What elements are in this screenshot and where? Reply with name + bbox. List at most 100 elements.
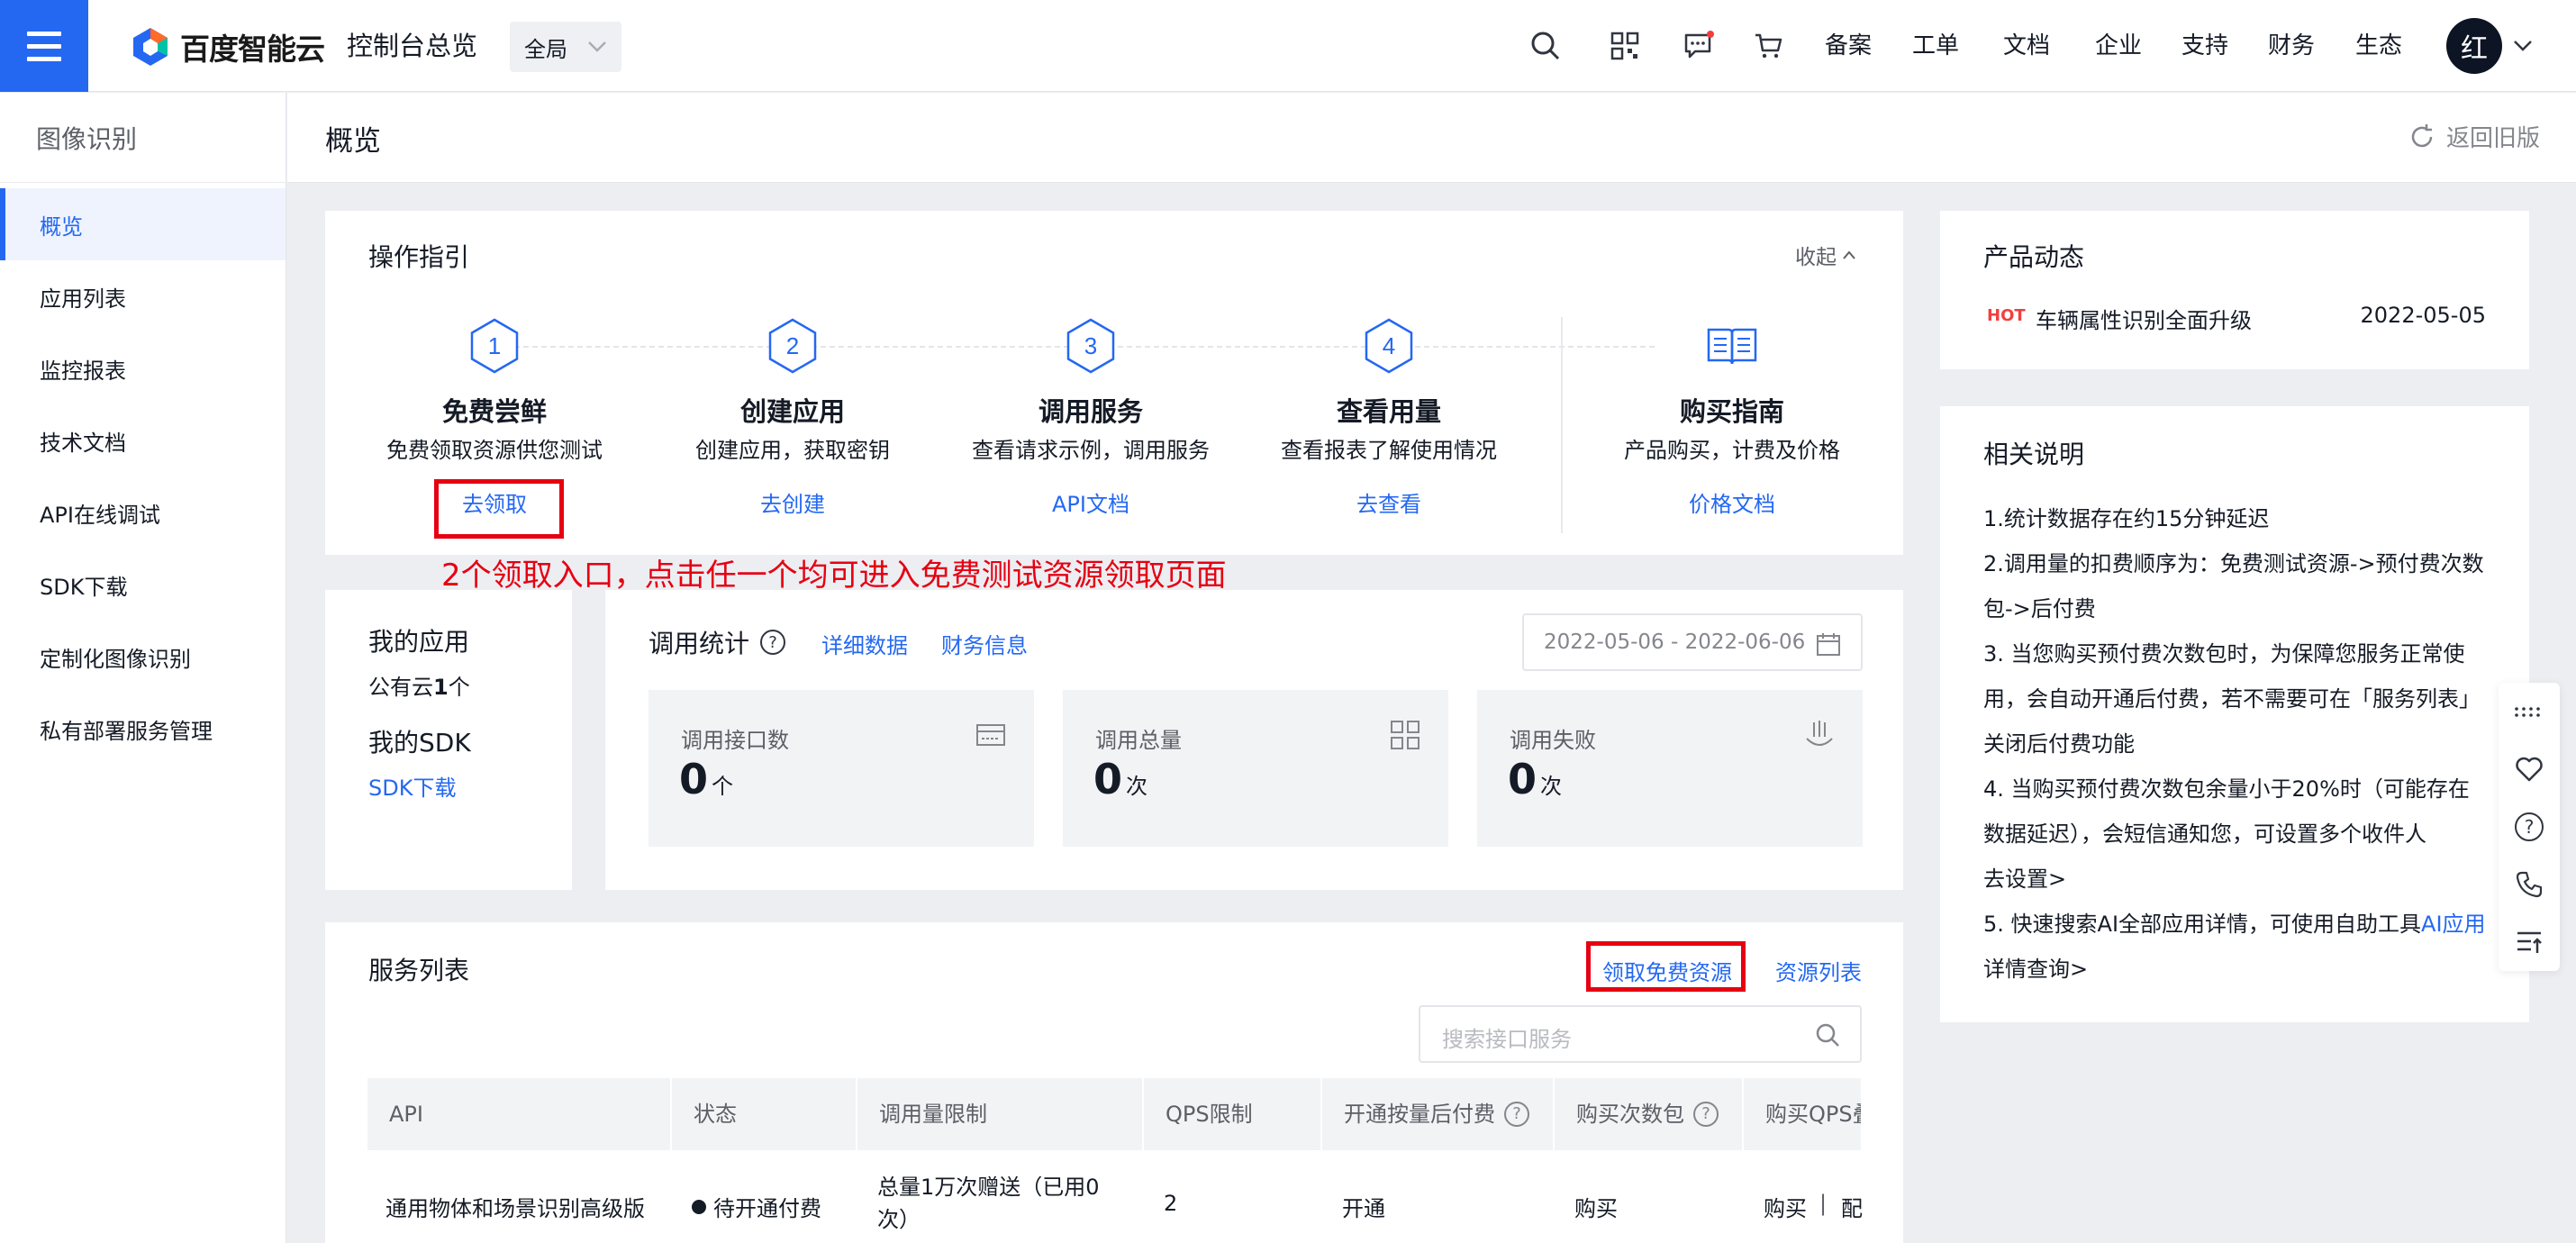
news-title: 产品动态 [1983,242,2085,272]
cart-icon[interactable] [1751,27,1787,65]
nav-beian[interactable]: 备案 [1825,27,1872,65]
note-line: 2.调用量的扣费顺序为：免费测试资源->预付费次数 [1983,551,2484,576]
status-badge: 待开通付费 [692,1191,821,1222]
menu-button[interactable] [0,0,88,92]
sdk-download-link[interactable]: SDK下载 [368,770,456,802]
step-desc: 创建应用，获取密钥 [695,438,890,463]
avatar[interactable]: 红 [2446,18,2502,74]
qrcode-icon[interactable] [1607,27,1643,65]
resource-list-link[interactable]: 资源列表 [1775,955,1862,986]
step-name: 调用服务 [1038,396,1143,427]
step-name: 查看用量 [1336,396,1441,427]
help-icon[interactable]: ? [1504,1102,1529,1127]
price-docs-link[interactable]: 价格文档 [1689,488,1775,521]
step-buy-guide: 购买指南 产品购买，计费及价格 价格文档 [1597,317,1867,521]
console-title[interactable]: 控制台总览 [347,27,477,65]
config-qps-link[interactable]: 配 [1841,1191,1863,1222]
service-table-header: API 状态 调用量限制 QPS限制 开通按量后付费? 购买次数包? 购买QPS… [367,1078,1861,1150]
create-app-link[interactable]: 去创建 [760,488,825,521]
go-settings-link[interactable]: 去设置> [1983,857,2506,902]
nav-finance[interactable]: 财务 [2268,27,2315,65]
region-select[interactable]: 全局 [510,22,621,72]
chevron-up-icon [1843,250,1855,259]
open-postpay-link[interactable]: 开通 [1342,1191,1385,1222]
detail-query-link[interactable]: 详情查询> [1983,947,2506,992]
nav-ticket[interactable]: 工单 [1912,27,1959,65]
warning-icon [1806,721,1833,746]
my-apps-card: 我的应用 公有云1个 我的SDK SDK下载 [325,590,572,890]
divider [1561,317,1563,533]
sidebar-item-overview[interactable]: 概览 [0,188,286,260]
sidebar-item-api-debug[interactable]: API在线调试 [0,476,286,549]
col-api: API [367,1078,672,1150]
news-date: 2022-05-05 [2360,303,2486,328]
search-icon[interactable] [1528,27,1564,65]
stat-value: 0次 [1508,755,1563,803]
buy-package-link[interactable]: 购买 [1574,1191,1618,1222]
list-icon[interactable] [2499,913,2560,971]
stat-label: 调用总量 [1095,728,1182,753]
nav-support[interactable]: 支持 [2181,27,2228,65]
nav-ecosystem[interactable]: 生态 [2355,27,2402,65]
sidebar-item-private-deploy[interactable]: 私有部署服务管理 [0,693,286,765]
svg-text:2: 2 [786,332,799,359]
search-icon [1816,1023,1839,1047]
sidebar-item-tech-docs[interactable]: 技术文档 [0,404,286,476]
book-icon [1707,328,1757,365]
help-icon[interactable]: ? [2499,798,2560,856]
heart-icon[interactable] [2499,740,2560,798]
calendar-icon [1817,633,1840,656]
my-sdk-title: 我的SDK [368,728,471,758]
chevron-down-icon [588,41,606,52]
card-icon [976,724,1005,746]
col-buy-qps: 购买QPS叠 [1765,1102,1861,1127]
note-line: 数据延迟），会短信通知您，可设置多个收件人 [1983,821,2426,847]
sidebar-item-app-list[interactable]: 应用列表 [0,260,286,332]
stat-value: 0次 [1093,755,1148,803]
api-name: 通用物体和场景识别高级版 [385,1196,645,1221]
collapse-button[interactable]: 收起 [1795,240,1856,270]
svg-text:1: 1 [488,332,501,359]
col-pay-as-you-go: 开通按量后付费? [1322,1078,1555,1150]
chevron-down-icon[interactable] [2513,40,2533,52]
message-icon[interactable] [1681,27,1717,65]
status-dot [692,1199,706,1214]
sidebar-item-monitor[interactable]: 监控报表 [0,332,286,404]
nav-enterprise[interactable]: 企业 [2095,27,2142,65]
highlight-box [434,479,564,539]
services-title: 服务列表 [368,956,470,985]
logo[interactable]: 百度智能云 [132,25,325,68]
date-range-value: 2022-05-06 - 2022-06-06 [1544,631,1806,654]
finance-info-link[interactable]: 财务信息 [941,628,1028,659]
back-old-version-button[interactable]: 返回旧版 [2408,120,2540,153]
api-docs-link[interactable]: API文档 [1052,488,1129,521]
buy-qps-link[interactable]: 购买 [1764,1191,1807,1222]
public-cloud-count: 公有云1个 [368,675,470,700]
sidebar-item-custom-recognition[interactable]: 定制化图像识别 [0,621,286,693]
view-usage-link[interactable]: 去查看 [1356,488,1421,521]
note-line: 5. 快速搜索AI全部应用详情，可使用自助工具AI应用 [1983,912,2486,937]
sidebar-item-sdk-download[interactable]: SDK下载 [0,549,286,621]
call-limit: 总量1万次赠送（已用0 次） [877,1175,1100,1232]
logo-icon [133,28,168,66]
stat-label: 调用失败 [1510,728,1596,753]
search-service-input[interactable]: 搜索接口服务 [1419,1005,1862,1063]
help-icon[interactable]: ? [1693,1102,1719,1127]
news-item[interactable]: 车辆属性识别全面升级 [2036,303,2252,334]
step-desc: 免费领取资源供您测试 [386,438,603,463]
stat-label: 调用接口数 [681,728,789,753]
related-notes-card: 相关说明 1.统计数据存在约15分钟延迟 2.调用量的扣费顺序为：免费测试资源-… [1940,406,2529,1022]
note-line: 包->后付费 [1983,596,2096,622]
nav-docs[interactable]: 文档 [2003,27,2050,65]
ai-app-link[interactable]: AI应用 [2421,912,2486,937]
back-old-version-label: 返回旧版 [2445,125,2540,152]
grid-icon [1391,721,1420,749]
notes-list: 1.统计数据存在约15分钟延迟 2.调用量的扣费顺序为：免费测试资源->预付费次… [1983,496,2506,992]
detail-data-link[interactable]: 详细数据 [821,628,908,659]
drag-handle-icon[interactable] [2499,683,2560,740]
stat-failed-calls: 调用失败 0次 [1477,690,1863,847]
help-icon[interactable]: ? [760,630,786,655]
phone-icon[interactable] [2499,856,2560,913]
step-view-usage: 4 查看用量 查看报表了解使用情况 去查看 [1254,317,1524,521]
date-range-picker[interactable]: 2022-05-06 - 2022-06-06 [1522,613,1863,671]
